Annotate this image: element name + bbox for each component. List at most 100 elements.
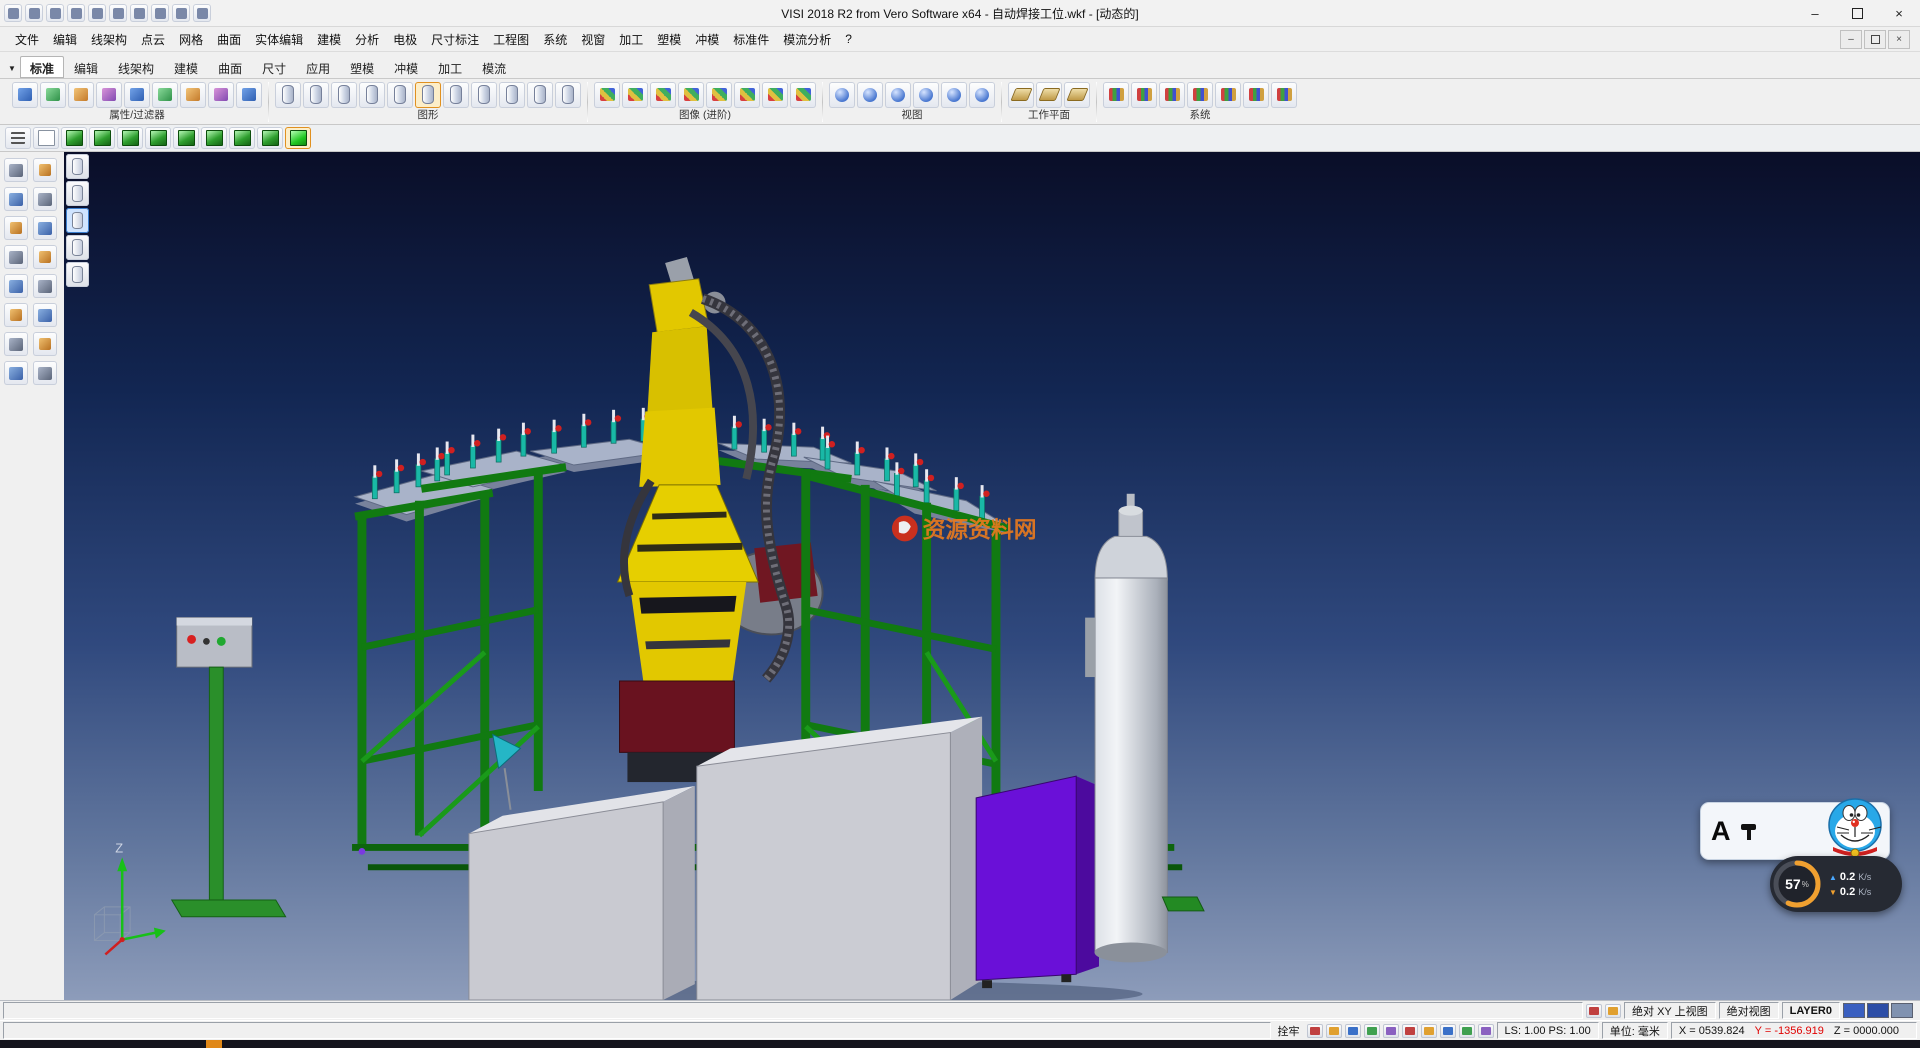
maximize-button[interactable] <box>1836 1 1878 26</box>
magnet-filter-icon[interactable] <box>152 82 178 108</box>
command-field[interactable] <box>3 1022 1271 1039</box>
tab-machining[interactable]: 加工 <box>428 56 472 78</box>
save-icon[interactable] <box>67 4 85 22</box>
menu-system[interactable]: 系统 <box>536 28 574 51</box>
input-method-card[interactable]: A <box>1700 802 1890 860</box>
redo-icon[interactable] <box>172 4 190 22</box>
iso-se-view-icon[interactable] <box>61 127 87 149</box>
hidden-line-mode-icon[interactable] <box>331 82 357 108</box>
net-speed-monitor[interactable]: A <box>1692 798 1902 923</box>
cut-icon[interactable] <box>130 4 148 22</box>
undo-icon[interactable] <box>151 4 169 22</box>
view-menu-icon[interactable] <box>5 127 31 149</box>
front-view-icon[interactable] <box>173 127 199 149</box>
shadows-icon[interactable] <box>706 82 732 108</box>
solid-filter-button[interactable] <box>66 235 89 260</box>
visi-logo[interactable] <box>4 4 22 22</box>
menu-modeling[interactable]: 建模 <box>310 28 348 51</box>
stretch-icon[interactable] <box>33 245 57 269</box>
menu-analysis[interactable]: 分析 <box>348 28 386 51</box>
pin-icon[interactable] <box>1307 1024 1323 1038</box>
sun-icon[interactable] <box>1345 1024 1361 1038</box>
tab-modeling[interactable]: 建模 <box>164 56 208 78</box>
locate-icon[interactable] <box>1605 1004 1621 1018</box>
all-filter-button[interactable] <box>66 262 89 287</box>
snowflake-icon[interactable] <box>1402 1024 1418 1038</box>
zoom-window-icon[interactable] <box>857 82 883 108</box>
move-items-icon[interactable] <box>96 82 122 108</box>
control-pedestal[interactable] <box>172 618 286 917</box>
text-icon[interactable] <box>33 332 57 356</box>
swap-items-icon[interactable] <box>68 82 94 108</box>
previous-view-icon[interactable] <box>941 82 967 108</box>
pan-view-icon[interactable] <box>885 82 911 108</box>
wireframe-mode-icon[interactable] <box>303 82 329 108</box>
print-icon[interactable] <box>88 4 106 22</box>
tab-standard[interactable]: 标准 <box>20 56 64 78</box>
menu-dimension[interactable]: 尺寸标注 <box>424 28 486 51</box>
chamfer-icon[interactable] <box>33 303 57 327</box>
material-edit-icon[interactable] <box>650 82 676 108</box>
matrix-icon[interactable] <box>1243 82 1269 108</box>
dynamic-shade-icon[interactable] <box>415 82 441 108</box>
cad-plane-icon[interactable] <box>1271 82 1297 108</box>
workplane-3point-icon[interactable] <box>1036 82 1062 108</box>
offset-icon[interactable] <box>4 245 28 269</box>
tab-dimension[interactable]: 尺寸 <box>252 56 296 78</box>
color-palette-icon[interactable] <box>1103 82 1129 108</box>
highlight-mode-icon[interactable] <box>443 82 469 108</box>
close-button[interactable]: × <box>1878 1 1920 26</box>
group-icon[interactable] <box>4 361 28 385</box>
measure-icon[interactable] <box>4 332 28 356</box>
print-preview-icon[interactable] <box>40 82 66 108</box>
equipment-cabinet-center[interactable] <box>697 717 982 1000</box>
view-manager-icon[interactable] <box>969 82 995 108</box>
pencil-edit-icon[interactable] <box>208 82 234 108</box>
scissors-icon[interactable] <box>33 158 57 182</box>
monitor-icon[interactable] <box>1459 1024 1475 1038</box>
plan-view-icon[interactable] <box>33 127 59 149</box>
top-view-icon[interactable] <box>229 127 255 149</box>
attributes-icon[interactable] <box>12 82 38 108</box>
purple-cabinet[interactable] <box>976 776 1099 988</box>
menu-solid-edit[interactable]: 实体编辑 <box>248 28 310 51</box>
render-view-icon[interactable] <box>555 82 581 108</box>
surface-filter-button[interactable] <box>66 208 89 233</box>
eraser-icon[interactable] <box>124 82 150 108</box>
picture-icon[interactable] <box>1326 1024 1342 1038</box>
snapshot-icon[interactable] <box>790 82 816 108</box>
snap-settings-icon[interactable] <box>1215 82 1241 108</box>
view-mode-field[interactable]: 绝对 XY 上视图 <box>1624 1002 1716 1019</box>
section-view-icon[interactable] <box>527 82 553 108</box>
taskbar-app-indicator[interactable] <box>206 1040 222 1048</box>
zoom-extents-icon[interactable] <box>829 82 855 108</box>
user2-icon[interactable] <box>1383 1024 1399 1038</box>
open-folder-icon[interactable] <box>46 4 64 22</box>
menu-pointcloud[interactable]: 点云 <box>134 28 172 51</box>
gas-cylinder[interactable] <box>1085 494 1167 963</box>
workplane-view-icon[interactable] <box>1064 82 1090 108</box>
rotate-icon[interactable] <box>4 216 28 240</box>
refresh-view-icon[interactable] <box>275 82 301 108</box>
teal-marker[interactable] <box>493 735 521 810</box>
mdi-restore-button[interactable] <box>1864 30 1886 49</box>
fillet-icon[interactable] <box>4 303 28 327</box>
tab-progress[interactable]: 冲模 <box>384 56 428 78</box>
quick-edit-icon[interactable] <box>180 82 206 108</box>
curve-filter-button[interactable] <box>66 181 89 206</box>
speed-gauge-bar[interactable]: 57% ▲ 0.2K/s ▼ 0.2K/s <box>1770 856 1902 912</box>
right-view-icon[interactable] <box>201 127 227 149</box>
settings-grid-icon[interactable] <box>1187 82 1213 108</box>
trim-icon[interactable] <box>4 274 28 298</box>
tab-options-dropdown-icon[interactable]: ▼ <box>4 58 20 78</box>
os-taskbar-sliver[interactable] <box>0 1040 1920 1048</box>
layer-color-chip[interactable] <box>1843 1003 1865 1018</box>
ghost-mode-icon[interactable] <box>387 82 413 108</box>
stereo-glasses-icon[interactable] <box>622 82 648 108</box>
tab-application[interactable]: 应用 <box>296 56 340 78</box>
run-arrow-icon[interactable] <box>1440 1024 1456 1038</box>
tab-surface[interactable]: 曲面 <box>208 56 252 78</box>
mdi-minimize-button[interactable]: – <box>1840 30 1862 49</box>
iso-nw-view-icon[interactable] <box>145 127 171 149</box>
menu-drafting[interactable]: 工程图 <box>486 28 536 51</box>
